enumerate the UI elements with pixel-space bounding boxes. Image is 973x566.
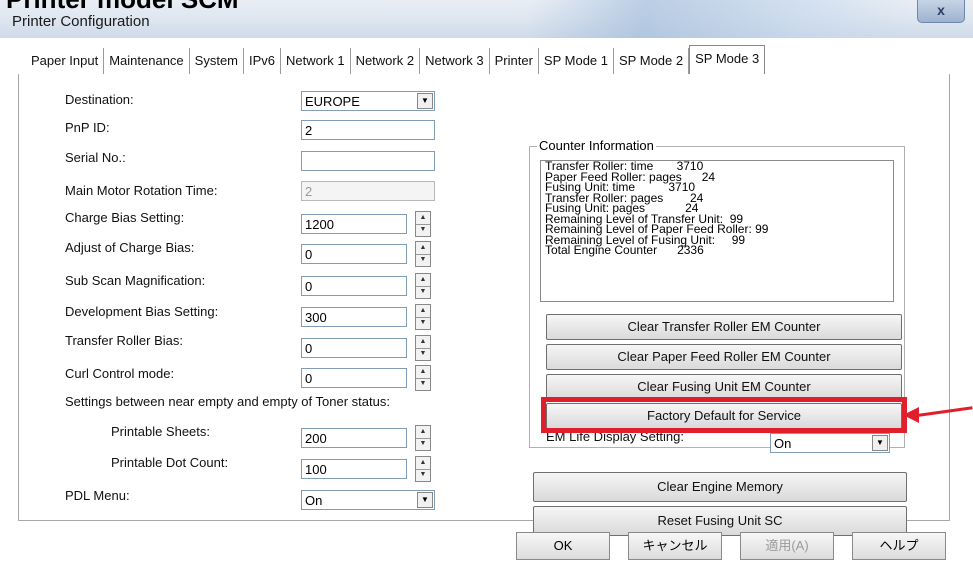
close-button[interactable]: x — [917, 0, 965, 23]
printable-dot-count-spinner[interactable]: ▲ ▼ — [415, 456, 431, 482]
red-arrow-line — [916, 406, 973, 417]
chevron-down-icon[interactable]: ▼ — [872, 435, 888, 451]
tab-paper-input[interactable]: Paper Input — [26, 48, 105, 74]
main-motor-label: Main Motor Rotation Time: — [65, 183, 218, 198]
help-button[interactable]: ヘルプ — [852, 532, 946, 560]
counter-information-legend: Counter Information — [537, 138, 656, 153]
tab-sp-mode-1[interactable]: SP Mode 1 — [539, 48, 615, 74]
spin-down-icon[interactable]: ▼ — [416, 317, 430, 329]
tab-network-1[interactable]: Network 1 — [281, 48, 351, 74]
pdl-menu-select[interactable]: On ▼ — [301, 490, 435, 510]
chevron-down-icon[interactable]: ▼ — [417, 93, 433, 109]
pdl-menu-value: On — [305, 493, 323, 508]
development-bias-input[interactable]: 300 — [301, 307, 407, 327]
tab-maintenance[interactable]: Maintenance — [104, 48, 190, 74]
spin-down-icon[interactable]: ▼ — [416, 224, 430, 236]
adjust-charge-bias-spinner[interactable]: ▲ ▼ — [415, 241, 431, 267]
spin-down-icon[interactable]: ▼ — [416, 378, 430, 390]
em-life-select[interactable]: On ▼ — [770, 433, 890, 453]
spin-down-icon[interactable]: ▼ — [416, 254, 430, 266]
curl-control-spinner[interactable]: ▲ ▼ — [415, 365, 431, 391]
sub-scan-label: Sub Scan Magnification: — [65, 273, 206, 288]
factory-default-highlight — [541, 397, 907, 433]
printable-sheets-input[interactable]: 200 — [301, 428, 407, 448]
dialog-body: Paper Input Maintenance System IPv6 Netw… — [0, 38, 973, 566]
counter-information-list[interactable]: Transfer Roller: time 3710 Paper Feed Ro… — [540, 160, 894, 302]
sub-scan-spinner[interactable]: ▲ ▼ — [415, 273, 431, 299]
pnp-id-input[interactable]: 2 — [301, 120, 435, 140]
printable-dot-count-input[interactable]: 100 — [301, 459, 407, 479]
em-life-value: On — [774, 436, 792, 451]
serial-no-input[interactable] — [301, 151, 435, 171]
apply-button[interactable]: 適用(A) — [740, 532, 834, 560]
transfer-roller-bias-input[interactable]: 0 — [301, 338, 407, 358]
clear-paper-feed-roller-button[interactable]: Clear Paper Feed Roller EM Counter — [546, 344, 902, 370]
ok-button[interactable]: OK — [516, 532, 610, 560]
destination-value: EUROPE — [305, 94, 360, 109]
main-motor-input: 2 — [301, 181, 435, 201]
list-item: Total Engine Counter 2336 — [545, 243, 704, 257]
charge-bias-label: Charge Bias Setting: — [65, 210, 185, 225]
curl-control-input[interactable]: 0 — [301, 368, 407, 388]
curl-control-label: Curl Control mode: — [65, 366, 175, 381]
tab-ipv6[interactable]: IPv6 — [244, 48, 282, 74]
clear-engine-memory-button[interactable]: Clear Engine Memory — [533, 472, 907, 502]
transfer-roller-bias-label: Transfer Roller Bias: — [65, 333, 183, 348]
development-bias-spinner[interactable]: ▲ ▼ — [415, 304, 431, 330]
tab-strip: Paper Input Maintenance System IPv6 Netw… — [26, 45, 766, 78]
tab-sp-mode-2[interactable]: SP Mode 2 — [614, 48, 690, 74]
cancel-button[interactable]: キャンセル — [628, 532, 722, 560]
sp-mode-3-panel: Destination: EUROPE ▼ PnP ID: 2 Serial N… — [18, 74, 973, 536]
chevron-down-icon[interactable]: ▼ — [417, 492, 433, 508]
printable-sheets-label: Printable Sheets: — [111, 424, 211, 439]
spin-down-icon[interactable]: ▼ — [416, 438, 430, 450]
clear-transfer-roller-button[interactable]: Clear Transfer Roller EM Counter — [546, 314, 902, 340]
development-bias-label: Development Bias Setting: — [65, 304, 219, 319]
tab-network-2[interactable]: Network 2 — [351, 48, 421, 74]
sub-scan-input[interactable]: 0 — [301, 276, 407, 296]
title-bar-glass — [530, 0, 910, 38]
tab-system[interactable]: System — [190, 48, 245, 74]
spin-down-icon[interactable]: ▼ — [416, 286, 430, 298]
adjust-charge-bias-label: Adjust of Charge Bias: — [65, 240, 195, 255]
overlay-heading: Printer model SCM — [6, 0, 239, 15]
charge-bias-spinner[interactable]: ▲ ▼ — [415, 211, 431, 237]
spin-down-icon[interactable]: ▼ — [416, 348, 430, 360]
destination-select[interactable]: EUROPE ▼ — [301, 91, 435, 111]
spin-down-icon[interactable]: ▼ — [416, 469, 430, 481]
transfer-roller-bias-spinner[interactable]: ▲ ▼ — [415, 335, 431, 361]
pdl-menu-label: PDL Menu: — [65, 488, 130, 503]
destination-label: Destination: — [65, 92, 134, 107]
tab-network-3[interactable]: Network 3 — [420, 48, 490, 74]
window-title: Printer Configuration — [12, 13, 150, 30]
serial-no-label: Serial No.: — [65, 150, 126, 165]
printable-dot-count-label: Printable Dot Count: — [111, 455, 229, 470]
charge-bias-input[interactable]: 1200 — [301, 214, 407, 234]
toner-status-heading: Settings between near empty and empty of… — [65, 394, 390, 409]
pnp-id-label: PnP ID: — [65, 120, 110, 135]
tab-printer[interactable]: Printer — [490, 48, 539, 74]
printable-sheets-spinner[interactable]: ▲ ▼ — [415, 425, 431, 451]
adjust-charge-bias-input[interactable]: 0 — [301, 244, 407, 264]
